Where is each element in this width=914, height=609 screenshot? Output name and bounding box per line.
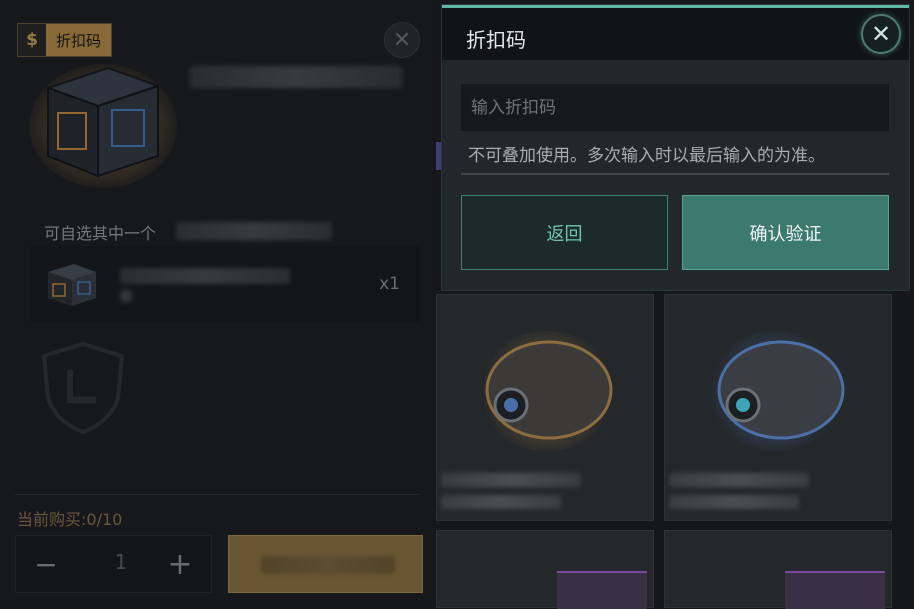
discount-code-input[interactable] [461,84,889,131]
blurred-card-subtitle [669,495,799,509]
blurred-card-subtitle [441,495,561,509]
blurred-card-title [669,473,809,487]
product-card[interactable] [436,530,654,609]
pod-image [785,571,885,609]
dialog-header: 折扣码 ✕ [442,8,909,60]
product-card[interactable] [436,294,654,521]
dialog-title: 折扣码 [466,28,526,52]
product-card[interactable] [664,530,892,609]
blurred-card-title [441,473,581,487]
pod-image [717,340,845,440]
pod-image [557,571,647,609]
usage-note: 不可叠加使用。多次输入时以最后输入的为准。 [468,146,825,166]
input-underline [461,173,889,175]
confirm-verify-button[interactable]: 确认验证 [682,195,889,270]
product-card[interactable] [664,294,892,521]
modal-overlay [0,0,434,606]
back-button[interactable]: 返回 [461,195,668,270]
discount-code-dialog: 折扣码 ✕ 不可叠加使用。多次输入时以最后输入的为准。 返回 确认验证 [441,4,910,291]
pod-image [485,340,613,440]
purchase-panel: $ 折扣码 ✕ 可自选其中一个 x1 当前购买:0/10 − 1 + [0,0,434,606]
close-icon[interactable]: ✕ [861,14,901,54]
